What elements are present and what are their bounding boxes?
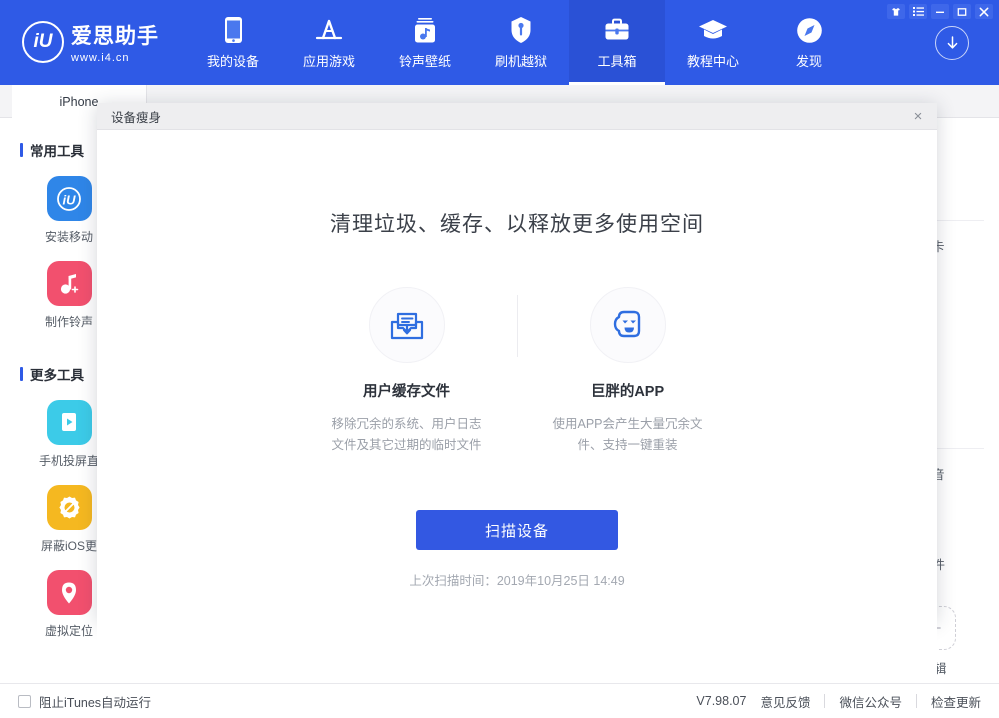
window-controls — [887, 4, 993, 19]
scan-device-button[interactable]: 扫描设备 — [416, 510, 618, 550]
nav-item-tutorial-center[interactable]: 教程中心 — [665, 0, 761, 85]
brand-url: www.i4.cn — [71, 52, 159, 64]
section-accent-bar — [20, 367, 23, 381]
feature-description: 移除冗余的系统、用户日志 文件及其它过期的临时文件 — [297, 414, 517, 456]
screen-cast-icon — [47, 400, 92, 445]
device-slimming-dialog: 设备瘦身 × 清理垃圾、缓存、以释放更多使用空间 用户缓存文件 — [97, 103, 937, 621]
device-tab-label: iPhone — [60, 95, 99, 109]
block-itunes-checkbox[interactable] — [18, 695, 31, 708]
check-update-link[interactable]: 检查更新 — [931, 692, 981, 711]
dialog-title: 设备瘦身 — [111, 107, 161, 126]
status-separator — [824, 694, 825, 708]
wechat-link[interactable]: 微信公众号 — [839, 692, 902, 711]
feature-huge-apps[interactable]: 巨胖的APP 使用APP会产生大量冗余文 件、支持一键重装 — [518, 287, 738, 456]
status-separator — [916, 694, 917, 708]
feedback-link[interactable]: 意见反馈 — [760, 692, 810, 711]
shield-icon — [510, 15, 532, 45]
fat-app-face-icon — [590, 287, 666, 363]
sidebar-item-label: 虚拟定位 — [45, 622, 93, 639]
section-accent-bar — [20, 143, 23, 157]
feature-list: 用户缓存文件 移除冗余的系统、用户日志 文件及其它过期的临时文件 — [97, 287, 937, 456]
close-icon[interactable]: × — [909, 107, 927, 125]
nav-item-my-device[interactable]: 我的设备 — [185, 0, 281, 85]
sidebar-section-title: 更多工具 — [30, 364, 84, 384]
brand-mark-icon: iU — [22, 21, 64, 63]
compass-icon — [796, 15, 823, 45]
feature-name: 用户缓存文件 — [297, 380, 517, 401]
location-pin-icon — [47, 570, 92, 615]
feature-description: 使用APP会产生大量冗余文 件、支持一键重装 — [518, 414, 738, 456]
nav-item-flash-jailbreak[interactable]: 刷机越狱 — [473, 0, 569, 85]
skin-icon[interactable] — [887, 4, 905, 19]
phone-icon — [224, 15, 243, 45]
sidebar-item-label: 屏蔽iOS更 — [41, 537, 97, 554]
i4-app-icon: iU — [47, 176, 92, 221]
nav-item-discover[interactable]: 发现 — [761, 0, 857, 85]
last-scan-time: 上次扫描时间：2019年10月25日 14:49 — [97, 570, 937, 589]
nav-label: 我的设备 — [207, 51, 259, 70]
dialog-title-bar: 设备瘦身 × — [97, 103, 937, 130]
download-arrow-icon[interactable] — [935, 26, 969, 60]
music-box-icon — [414, 15, 436, 45]
feature-user-cache-files[interactable]: 用户缓存文件 移除冗余的系统、用户日志 文件及其它过期的临时文件 — [297, 287, 517, 456]
nav-label: 应用游戏 — [303, 51, 355, 70]
top-navigation-bar: iU 爱思助手 www.i4.cn 我的设备 应用游戏 — [0, 0, 999, 85]
close-icon[interactable] — [975, 4, 993, 19]
feature-desc-line-1: 移除冗余的系统、用户日志 — [297, 414, 517, 435]
brand-logo[interactable]: iU 爱思助手 www.i4.cn — [22, 13, 182, 71]
status-bar: 阻止iTunes自动运行 V7.98.07 意见反馈 微信公众号 检查更新 — [0, 683, 999, 718]
gear-block-icon — [47, 485, 92, 530]
dialog-body: 清理垃圾、缓存、以释放更多使用空间 用户缓存文件 移除冗余的系统、用户日志 — [97, 208, 937, 699]
toolbox-icon — [604, 15, 630, 45]
feature-desc-line-2: 文件及其它过期的临时文件 — [297, 435, 517, 456]
nav-label: 教程中心 — [687, 51, 739, 70]
nav-label: 刷机越狱 — [495, 51, 547, 70]
dialog-headline: 清理垃圾、缓存、以释放更多使用空间 — [97, 208, 937, 238]
minimize-icon[interactable] — [931, 4, 949, 19]
feature-desc-line-1: 使用APP会产生大量冗余文 — [518, 414, 738, 435]
menu-icon[interactable] — [909, 4, 927, 19]
sidebar-section-title: 常用工具 — [30, 140, 84, 160]
maximize-icon[interactable] — [953, 4, 971, 19]
nav-label: 工具箱 — [597, 51, 636, 70]
status-bar-right: V7.98.07 意见反馈 微信公众号 检查更新 — [696, 692, 981, 711]
svg-text:iU: iU — [63, 192, 77, 207]
brand-name: 爱思助手 — [71, 20, 159, 50]
sidebar-item-label: 安装移动 — [45, 228, 93, 245]
nav-items: 我的设备 应用游戏 铃声壁纸 刷机越狱 — [185, 0, 857, 85]
appstore-icon — [314, 15, 344, 45]
block-itunes-checkbox-group[interactable]: 阻止iTunes自动运行 — [18, 692, 151, 711]
brand-text: 爱思助手 www.i4.cn — [71, 20, 159, 64]
nav-item-ringtones-wallpaper[interactable]: 铃声壁纸 — [377, 0, 473, 85]
application-window: iU 爱思助手 www.i4.cn 我的设备 应用游戏 — [0, 0, 999, 718]
sidebar-item-label: 制作铃声 — [45, 313, 93, 330]
graduation-cap-icon — [698, 15, 728, 45]
feature-name: 巨胖的APP — [518, 380, 738, 401]
version-label: V7.98.07 — [696, 694, 746, 708]
sidebar-item-label: 手机投屏直 — [39, 452, 99, 469]
block-itunes-label: 阻止iTunes自动运行 — [39, 692, 151, 711]
nav-label: 铃声壁纸 — [399, 51, 451, 70]
music-note-icon — [47, 261, 92, 306]
brand-mark-text: iU — [34, 31, 53, 53]
nav-item-toolbox[interactable]: 工具箱 — [569, 0, 665, 85]
inbox-download-icon — [369, 287, 445, 363]
nav-label: 发现 — [796, 51, 822, 70]
feature-desc-line-2: 件、支持一键重装 — [518, 435, 738, 456]
nav-item-apps-games[interactable]: 应用游戏 — [281, 0, 377, 85]
